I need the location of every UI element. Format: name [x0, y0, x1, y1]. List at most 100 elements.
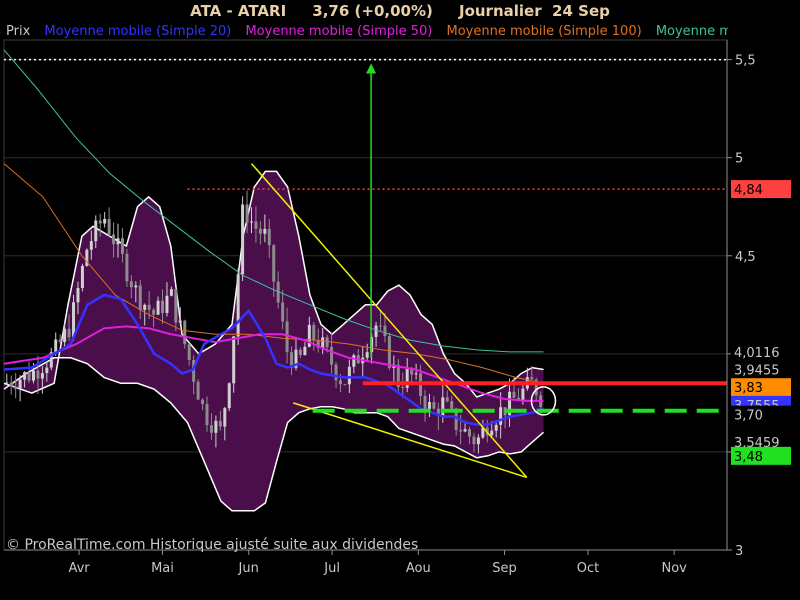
candle-body	[54, 339, 58, 353]
candle-body	[298, 349, 302, 356]
candle-body	[14, 386, 18, 390]
candle-body	[427, 402, 431, 409]
candle-body	[236, 274, 240, 337]
candle-body	[129, 281, 133, 288]
y-tick-label-3: 4,5	[735, 250, 756, 265]
candle-body	[312, 324, 316, 341]
candle-body	[245, 204, 249, 223]
candle-body	[36, 370, 40, 379]
candle-body	[450, 401, 454, 409]
candle-body	[120, 238, 124, 254]
candle-body	[476, 437, 480, 445]
candle-body	[321, 337, 325, 348]
target-arrow-head	[366, 63, 377, 74]
candle-body	[330, 347, 334, 365]
band-fill	[4, 171, 544, 511]
price-chart[interactable]: 3 4,5 5 5,5 Avr Mai Jun Jul Aou Sep Oct Nov 4,84 4,0…	[0, 0, 800, 600]
candle-body	[196, 381, 200, 400]
candle-body	[205, 403, 209, 426]
candle-body	[472, 436, 476, 445]
y-tick-label-0: 3	[735, 544, 743, 559]
candle-body	[94, 220, 98, 242]
candle-body	[156, 300, 160, 315]
candle-body	[18, 379, 22, 390]
candle-body	[303, 346, 307, 356]
candle-body	[241, 204, 245, 275]
candle-body	[512, 391, 516, 398]
candle-body	[272, 245, 276, 282]
candle-body	[138, 285, 142, 310]
candle-body	[98, 220, 102, 224]
price-label-5: 3,70	[734, 409, 763, 424]
candle-body	[352, 355, 356, 367]
candle-body	[401, 387, 405, 389]
candle-body	[161, 300, 165, 313]
candle-body	[441, 397, 445, 416]
candle-body	[178, 320, 182, 323]
candle-body	[31, 370, 35, 381]
candle-body	[285, 321, 289, 353]
x-tick-label-1: Mai	[151, 561, 174, 576]
y-tick-label-5: 5,5	[735, 54, 756, 69]
candle-body	[379, 325, 383, 327]
candle-body	[5, 382, 9, 384]
candle-body	[152, 309, 156, 315]
candle-body	[45, 367, 49, 374]
candle-body	[432, 402, 436, 409]
candle-body	[414, 373, 418, 375]
candle-body	[107, 219, 111, 235]
candle-body	[267, 228, 271, 246]
candle-body	[89, 241, 93, 250]
price-label-7: 3,48	[734, 450, 763, 465]
bollinger-band	[3, 170, 544, 512]
candle-body	[387, 335, 391, 369]
candle-body	[459, 430, 463, 432]
candle-body	[63, 328, 67, 342]
candle-body	[40, 373, 44, 379]
candle-body	[103, 219, 107, 224]
candle-body	[365, 352, 369, 358]
candle-body	[445, 397, 449, 402]
candle-body	[334, 364, 338, 381]
candle-body	[338, 380, 342, 385]
candle-body	[254, 221, 258, 229]
x-tick-label-4: Aou	[406, 561, 431, 576]
candle-body	[27, 372, 31, 381]
candle-body	[209, 425, 213, 433]
candle-body	[227, 383, 231, 409]
candle-body	[343, 384, 347, 386]
candle-body	[494, 424, 498, 431]
x-tick-label-5: Sep	[492, 561, 517, 576]
candle-body	[374, 325, 378, 337]
candle-body	[112, 234, 116, 245]
candle-body	[80, 265, 84, 288]
candle-body	[347, 366, 351, 385]
candle-body	[23, 372, 27, 380]
copyright-footer: © ProRealTime.com Historique ajusté suit…	[6, 537, 418, 553]
candle-body	[9, 382, 13, 387]
price-labels: 4,844,01163,94553,833,75553,703,54593,48	[731, 180, 791, 465]
candle-body	[174, 289, 178, 323]
candle-body	[232, 336, 236, 384]
candle-body	[169, 289, 173, 296]
candle-body	[490, 430, 494, 436]
x-tick-label-7: Nov	[661, 561, 687, 576]
price-label-1: 4,0116	[734, 346, 780, 361]
candle-body	[187, 344, 191, 361]
candle-body	[76, 287, 80, 303]
candle-body	[423, 395, 427, 409]
price-label-3: 3,83	[734, 381, 763, 396]
candle-body	[281, 302, 285, 322]
candle-body	[468, 429, 472, 437]
candle-body	[521, 388, 525, 401]
candle-body	[165, 295, 169, 313]
candle-body	[58, 339, 62, 342]
price-label-0: 4,84	[734, 183, 763, 198]
candle-body	[325, 337, 329, 348]
candle-body	[249, 221, 253, 223]
y-tick-label-4: 5	[735, 152, 743, 167]
candle-body	[218, 420, 222, 427]
candle-body	[258, 228, 262, 234]
candle-body	[125, 253, 129, 282]
candle-body	[67, 328, 71, 338]
